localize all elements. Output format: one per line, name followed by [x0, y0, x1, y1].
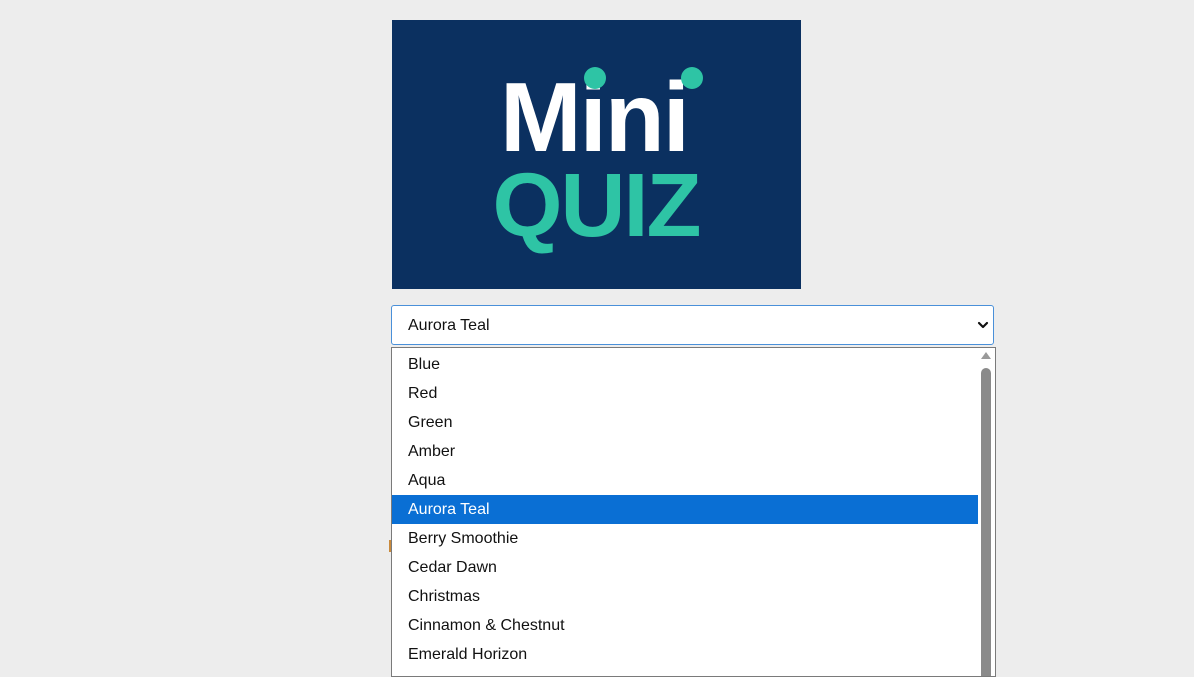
logo-dot-1 — [584, 67, 606, 89]
dropdown-option-christmas[interactable]: Christmas — [392, 582, 978, 611]
dropdown-option-aurora-teal[interactable]: Aurora Teal — [392, 495, 978, 524]
dropdown-option-amber[interactable]: Amber — [392, 437, 978, 466]
scrollbar-thumb[interactable] — [981, 368, 991, 676]
dropdown-option-cedar-dawn[interactable]: Cedar Dawn — [392, 553, 978, 582]
mini-quiz-logo: Mini QUIZ — [392, 20, 801, 289]
dropdown-option-blue[interactable]: Blue — [392, 350, 978, 379]
theme-select-value: Aurora Teal — [408, 317, 490, 334]
dropdown-option-aqua[interactable]: Aqua — [392, 466, 978, 495]
theme-select[interactable]: Aurora Teal — [391, 305, 994, 345]
logo-dot-2 — [681, 67, 703, 89]
dropdown-scrollbar[interactable] — [979, 348, 993, 676]
logo-graphic: Mini QUIZ — [493, 62, 703, 256]
logo-line-quiz: QUIZ — [493, 156, 700, 256]
dropdown-option-emerald-horizon[interactable]: Emerald Horizon — [392, 640, 978, 669]
dropdown-option-cinnamon-chestnut[interactable]: Cinnamon & Chestnut — [392, 611, 978, 640]
dropdown-option-berry-smoothie[interactable]: Berry Smoothie — [392, 524, 978, 553]
theme-dropdown-list[interactable]: Blue Red Green Amber Aqua Aurora Teal Be… — [391, 347, 996, 677]
scroll-up-arrow-icon[interactable] — [981, 352, 991, 359]
dropdown-option-red[interactable]: Red — [392, 379, 978, 408]
chevron-down-icon — [977, 321, 989, 329]
dropdown-option-green[interactable]: Green — [392, 408, 978, 437]
